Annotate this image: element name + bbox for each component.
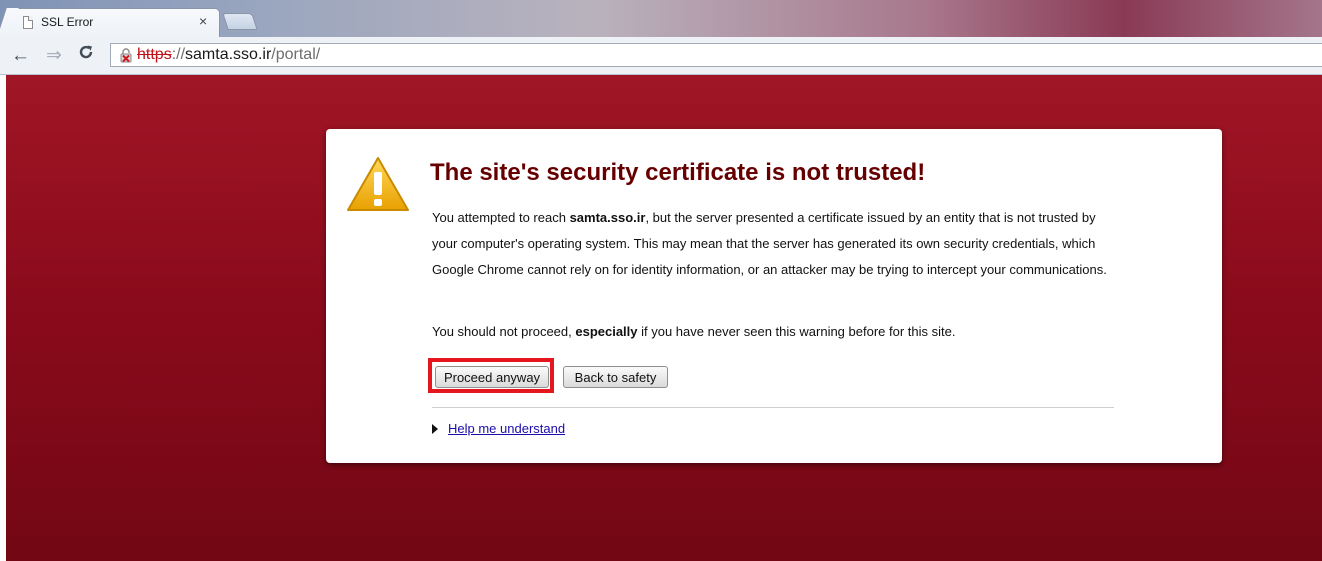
proceed-anyway-button[interactable]: Proceed anyway [435, 366, 549, 388]
broken-lock-icon[interactable] [118, 47, 134, 63]
left-edge [0, 75, 6, 561]
tab-strip: SSL Error × [0, 0, 1322, 37]
warning-triangle-icon [347, 157, 409, 211]
warning-description: You attempted to reach samta.sso.ir, but… [432, 205, 1112, 283]
page-icon [23, 16, 33, 29]
url-scheme: https [137, 46, 172, 63]
page-background: The site's security certificate is not t… [0, 75, 1322, 561]
divider [432, 407, 1114, 408]
forward-button[interactable]: ⇒ [46, 46, 62, 65]
description-host: samta.sso.ir [569, 210, 646, 225]
url-separator: :// [171, 46, 186, 63]
browser-toolbar: ← ⇒ https://samta.sso.ir/portal/ [0, 37, 1322, 75]
url-host: samta.sso.ir [185, 46, 272, 63]
new-tab-button[interactable] [222, 13, 258, 30]
advice-text: You should not proceed, especially if yo… [432, 324, 955, 339]
back-to-safety-button[interactable]: Back to safety [563, 366, 668, 388]
url-text[interactable]: https://samta.sso.ir/portal/ [137, 46, 320, 64]
warning-card: The site's security certificate is not t… [326, 129, 1222, 463]
address-bar[interactable]: https://samta.sso.ir/portal/ [110, 43, 1322, 67]
advice-emphasis: especially [575, 324, 638, 339]
tab-ssl-error[interactable]: SSL Error × [8, 8, 220, 37]
url-path: /portal/ [271, 46, 321, 63]
help-me-understand-link[interactable]: Help me understand [448, 421, 565, 436]
tab-close-button[interactable]: × [199, 13, 207, 29]
reload-icon[interactable] [78, 44, 94, 60]
description-intro: You attempted to reach [432, 210, 570, 225]
page-title: The site's security certificate is not t… [430, 159, 926, 186]
help-row: Help me understand [432, 421, 565, 436]
advice-after: if you have never seen this warning befo… [637, 324, 956, 339]
tab-title: SSL Error [41, 15, 94, 29]
back-button[interactable]: ← [11, 46, 30, 65]
triangle-right-icon[interactable] [432, 424, 438, 434]
advice-before: You should not proceed, [432, 324, 576, 339]
